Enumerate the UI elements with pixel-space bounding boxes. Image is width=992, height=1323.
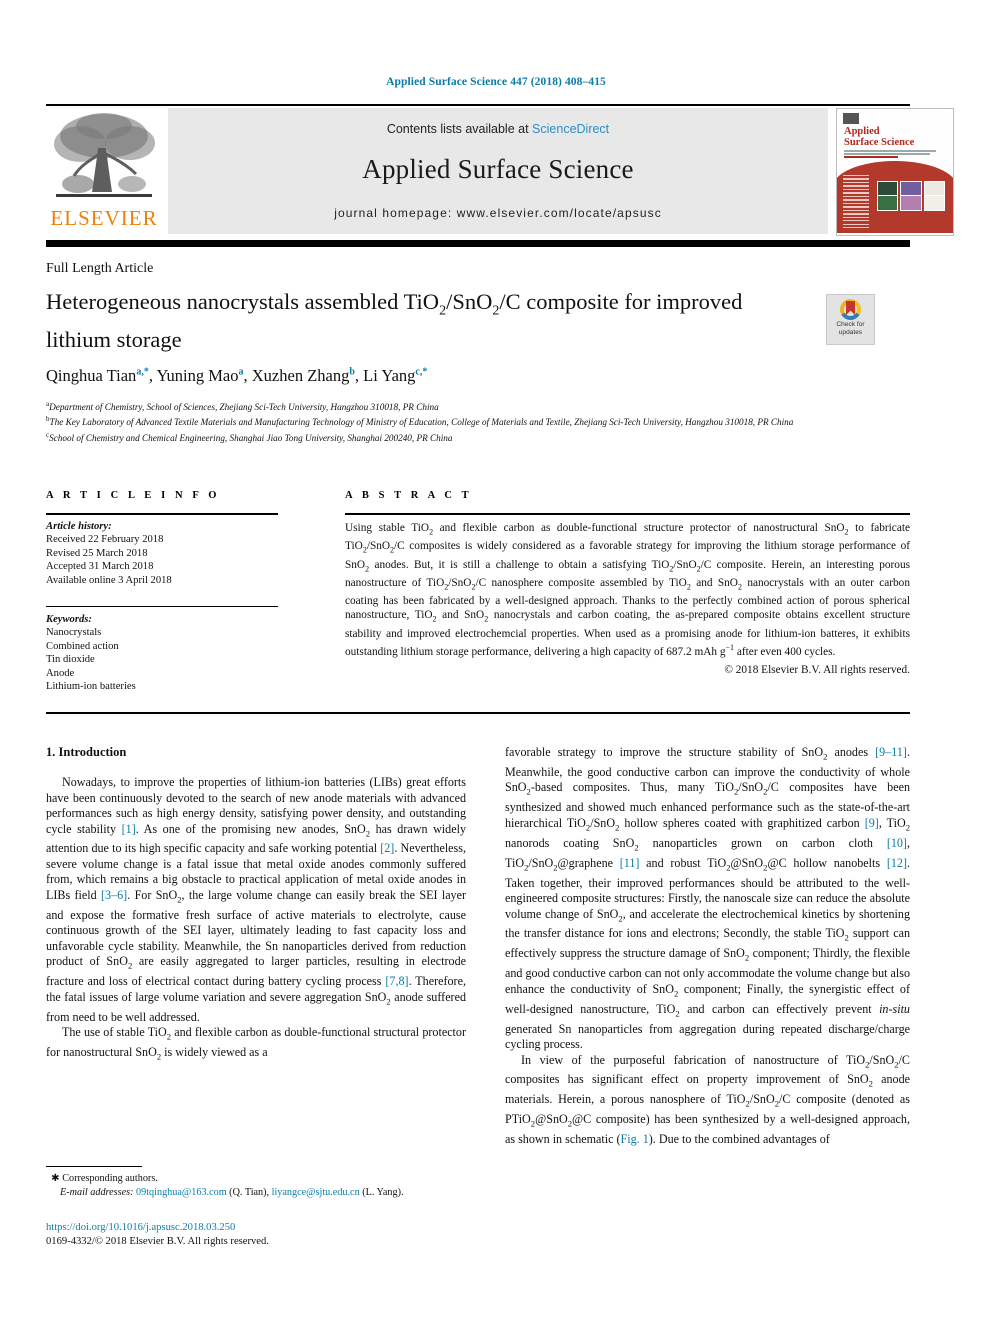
footnote-rule [46,1166,142,1167]
abstract-text: Using stable TiO2 and flexible carbon as… [345,522,910,658]
paper-page: Applied Surface Science 447 (2018) 408–4… [0,0,992,1323]
journal-homepage[interactable]: journal homepage: www.elsevier.com/locat… [168,206,828,220]
article-history-label: Article history: [46,521,112,532]
cover-elsevier-mark [843,113,859,124]
date-available: Available online 3 April 2018 [46,574,172,586]
keywords-block: Keywords: Nanocrystals Combined action T… [46,613,296,693]
keyword-item: Combined action [46,640,119,652]
masthead-bottom-bar [46,240,910,247]
crossmark-label: Check for updates [836,321,865,336]
sciencedirect-link[interactable]: ScienceDirect [532,122,609,136]
elsevier-tree-icon [54,113,155,197]
elsevier-wordmark: ELSEVIER [50,206,158,230]
article-type-label: Full Length Article [46,261,154,276]
cover-toc-lines [843,175,871,231]
abstract-copyright: © 2018 Elsevier B.V. All rights reserved… [724,664,910,676]
elsevier-logo: ELSEVIER [46,108,162,234]
email-link-1[interactable]: 09tqinghua@163.com [136,1187,227,1198]
email-addresses-note: E-mail addresses: 09tqinghua@163.com (Q.… [60,1186,404,1198]
paragraph: The use of stable TiO2 and flexible carb… [46,1025,466,1062]
corresponding-authors-note: ✱ Corresponding authors. [46,1173,158,1184]
article-info-rule [46,513,278,515]
date-received: Received 22 February 2018 [46,534,164,546]
keyword-item: Nanocrystals [46,627,102,639]
paragraph: favorable strategy to improve the struct… [505,745,911,1052]
body-top-rule [46,712,910,714]
article-history: Article history: Received 22 February 20… [46,520,296,587]
paragraph: In view of the purposeful fabrication of… [505,1052,911,1147]
doi-link[interactable]: https://doi.org/10.1016/j.apsusc.2018.03… [46,1222,235,1233]
keyword-item: Tin dioxide [46,654,95,666]
body-column-left: Nowadays, to improve the properties of l… [46,775,466,1065]
keyword-item: Anode [46,667,75,679]
body-column-right: favorable strategy to improve the struct… [505,745,910,1148]
cover-subtitle-lines [844,150,940,160]
cover-title: Applied Surface Science [844,126,915,148]
contents-prefix: Contents lists available at [386,122,529,136]
journal-title: Applied Surface Science [362,154,634,184]
date-revised: Revised 25 March 2018 [46,547,148,559]
abstract-rule [345,513,910,515]
sciencedirect-band: Contents lists available at ScienceDirec… [168,108,828,234]
contents-line: Contents lists available at ScienceDirec… [168,122,828,136]
email-link-2[interactable]: liyangce@sjtu.edu.cn [272,1187,360,1198]
footnote-block: ✱ Corresponding authors. E-mail addresse… [46,1172,476,1199]
date-accepted: Accepted 31 March 2018 [46,561,154,573]
keywords-separator [46,606,278,607]
abstract-heading: A B S T R A C T [345,490,473,501]
page-title: Heterogeneous nanocrystals assembled TiO… [46,289,743,352]
author-list: Qinghua Tiana,*, Yuning Maoa, Xuzhen Zha… [46,366,428,385]
affiliation-a: aDepartment of Chemistry, School of Scie… [46,400,439,413]
issn-copyright: 0169-4332/© 2018 Elsevier B.V. All right… [46,1236,269,1247]
masthead-top-rule [46,104,910,106]
journal-masthead: ELSEVIER Contents lists available at Sci… [46,108,954,236]
crossmark-badge[interactable]: Check for updates [826,294,875,345]
journal-cover-thumbnail: Applied Surface Science [836,108,954,236]
affiliation-c: cSchool of Chemistry and Chemical Engine… [46,430,453,443]
keyword-item: Lithium-ion batteries [46,681,136,693]
paragraph: Nowadays, to improve the properties of l… [46,775,467,1024]
keywords-label: Keywords: [46,614,92,625]
running-head: Applied Surface Science 447 (2018) 408–4… [386,76,606,88]
article-info-heading: A R T I C L E I N F O [46,490,221,501]
affiliation-b: bThe Key Laboratory of Advanced Textile … [46,415,794,428]
affiliations: aDepartment of Chemistry, School of Scie… [46,398,926,444]
cover-figure-row-2 [877,195,945,211]
section-heading-introduction: 1. Introduction [46,745,127,759]
